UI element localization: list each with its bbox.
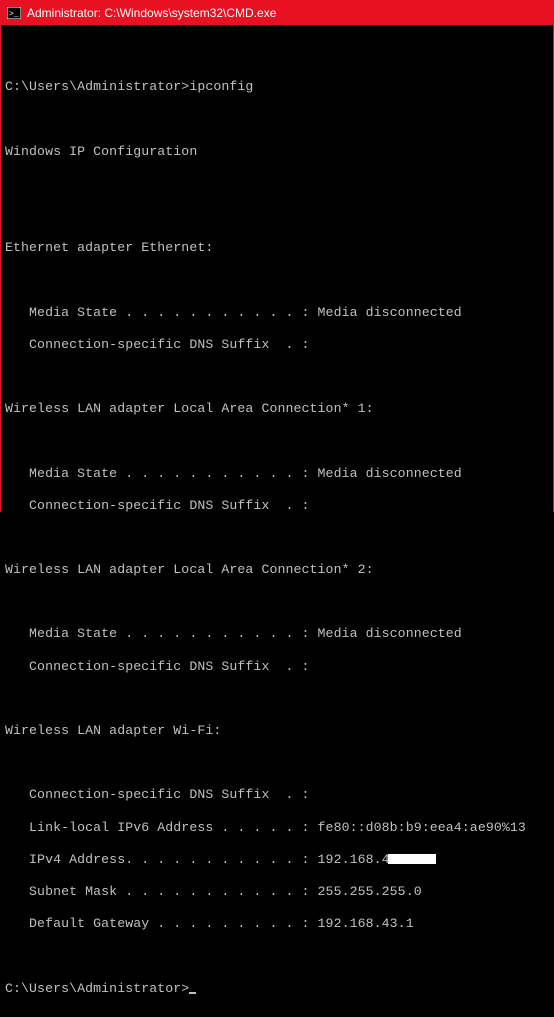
terminal-output[interactable]: C:\Users\Administrator>ipconfig Windows … (1, 25, 553, 1017)
window-title: Administrator: C:\Windows\system32\CMD.e… (27, 6, 276, 20)
typed-command: ipconfig (189, 79, 253, 94)
cursor-caret (189, 992, 196, 994)
blank-line (5, 755, 549, 771)
adapter-field: Media State . . . . . . . . . . . : Medi… (5, 626, 549, 642)
adapter-field: Connection-specific DNS Suffix . : (5, 337, 549, 353)
adapter-name: Wireless LAN adapter Local Area Connecti… (5, 401, 549, 417)
svg-text:>_: >_ (9, 10, 19, 19)
field-value: Media disconnected (318, 466, 462, 481)
adapter-field: Media State . . . . . . . . . . . : Medi… (5, 466, 549, 482)
adapter-field: Subnet Mask . . . . . . . . . . . : 255.… (5, 884, 549, 900)
redaction-bar (388, 854, 436, 864)
command-line: C:\Users\Administrator>ipconfig (5, 79, 549, 95)
window-titlebar[interactable]: >_ Administrator: C:\Windows\system32\CM… (1, 1, 553, 25)
adapter-name: Wireless LAN adapter Wi-Fi: (5, 723, 549, 739)
field-value: Media disconnected (318, 626, 462, 641)
adapter-name: Wireless LAN adapter Local Area Connecti… (5, 562, 549, 578)
blank-line (5, 47, 549, 63)
field-value: 192.168.4 (318, 852, 390, 867)
field-value: 192.168.43.1 (318, 916, 414, 931)
blank-line (5, 369, 549, 385)
adapter-field: Connection-specific DNS Suffix . : (5, 787, 549, 803)
blank-line (5, 111, 549, 127)
ip-config-header: Windows IP Configuration (5, 144, 549, 160)
adapter-field: Media State . . . . . . . . . . . : Medi… (5, 305, 549, 321)
adapter-field: Link-local IPv6 Address . . . . . : fe80… (5, 820, 549, 836)
blank-line (5, 433, 549, 449)
field-value: 255.255.255.0 (318, 884, 422, 899)
blank-line (5, 594, 549, 610)
blank-line (5, 948, 549, 964)
prompt: C:\Users\Administrator> (5, 981, 189, 996)
blank-line (5, 176, 549, 192)
adapter-name: Ethernet adapter Ethernet: (5, 240, 549, 256)
prompt-line: C:\Users\Administrator> (5, 981, 549, 997)
blank-line (5, 208, 549, 224)
adapter-field: Connection-specific DNS Suffix . : (5, 498, 549, 514)
field-value: Media disconnected (318, 305, 462, 320)
prompt: C:\Users\Administrator> (5, 79, 189, 94)
adapter-field: Default Gateway . . . . . . . . . : 192.… (5, 916, 549, 932)
blank-line (5, 691, 549, 707)
cmd-icon: >_ (7, 7, 21, 19)
blank-line (5, 530, 549, 546)
blank-line (5, 272, 549, 288)
adapter-field: IPv4 Address. . . . . . . . . . . : 192.… (5, 852, 549, 868)
adapter-field: Connection-specific DNS Suffix . : (5, 659, 549, 675)
field-value: fe80::d08b:b9:eea4:ae90%13 (318, 820, 526, 835)
